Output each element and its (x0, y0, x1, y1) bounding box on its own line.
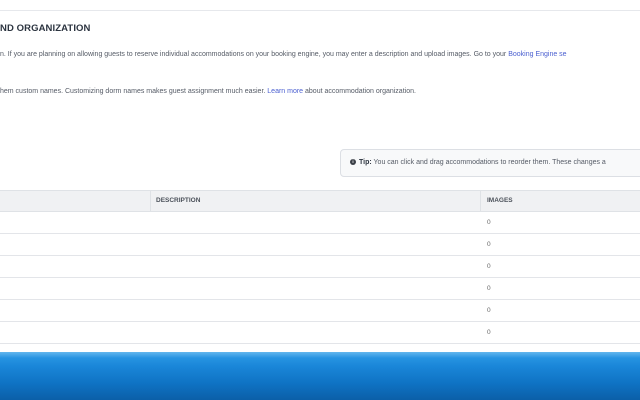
tip-box: i Tip: You can click and drag accommodati… (340, 149, 640, 177)
taskbar-highlight (0, 352, 640, 358)
images-count: 0 (487, 263, 491, 270)
accommodations-table: DESCRIPTION IMAGES 0 0 0 0 0 0 (0, 190, 640, 344)
table-row[interactable]: 0 (0, 256, 640, 278)
table-row[interactable]: 0 (0, 322, 640, 344)
description-2-suffix: about accommodation organization. (303, 88, 416, 95)
learn-more-link[interactable]: Learn more (267, 88, 303, 95)
description-1-text: n. If you are planning on allowing guest… (0, 51, 509, 58)
table-row[interactable]: 0 (0, 234, 640, 256)
booking-engine-settings-link[interactable]: Booking Engine se (508, 51, 566, 58)
column-divider (150, 191, 151, 211)
section-description-1: n. If you are planning on allowing guest… (0, 51, 567, 58)
tip-text: You can click and drag accommodations to… (371, 159, 606, 166)
table-header: DESCRIPTION IMAGES (0, 190, 640, 212)
images-count: 0 (487, 241, 491, 248)
tip-label: Tip: (359, 159, 372, 166)
windows-taskbar (0, 352, 640, 400)
images-count: 0 (487, 285, 491, 292)
description-2-text: hem custom names. Customizing dorm names… (0, 88, 268, 95)
table-row[interactable]: 0 (0, 278, 640, 300)
images-count: 0 (487, 307, 491, 314)
images-count: 0 (487, 329, 491, 336)
table-row[interactable]: 0 (0, 212, 640, 234)
images-count: 0 (487, 219, 491, 226)
top-divider (0, 10, 640, 11)
column-header-images: IMAGES (487, 197, 513, 204)
info-icon: i (350, 159, 356, 166)
accommodation-organization-page: ND ORGANIZATION n. If you are planning o… (0, 0, 640, 352)
column-header-description: DESCRIPTION (156, 197, 201, 204)
section-description-2: hem custom names. Customizing dorm names… (0, 88, 416, 95)
table-row[interactable]: 0 (0, 300, 640, 322)
column-divider (480, 191, 481, 211)
section-title: ND ORGANIZATION (0, 23, 91, 34)
